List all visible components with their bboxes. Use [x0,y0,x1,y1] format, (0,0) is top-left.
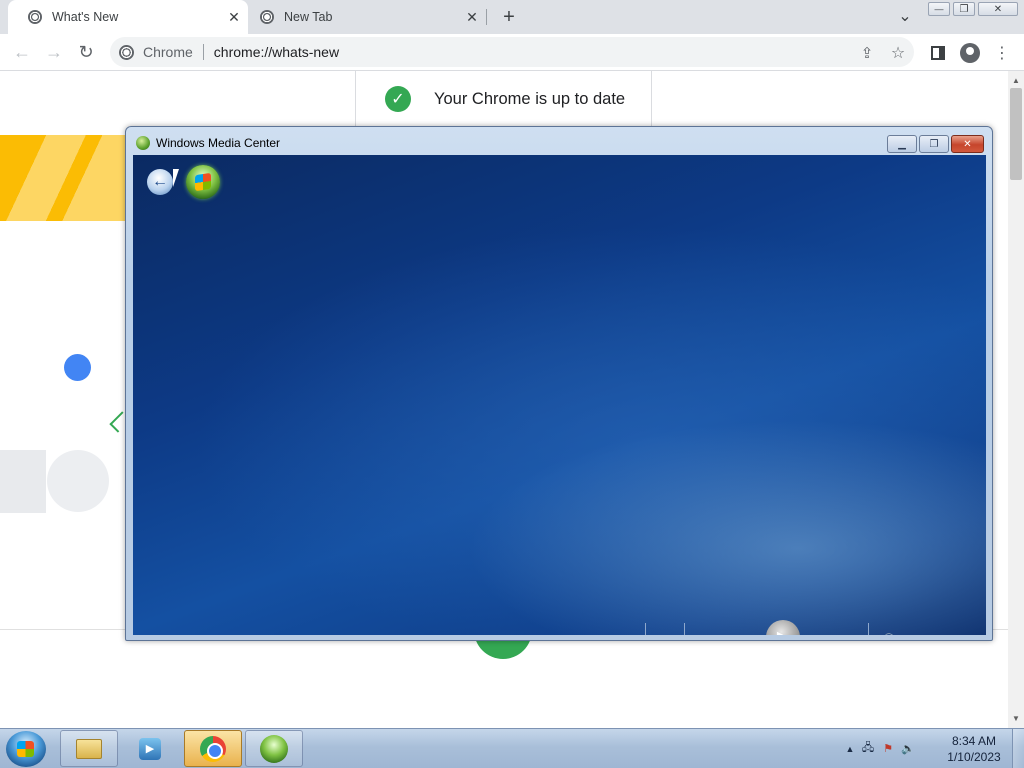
network-icon[interactable]: 🖧 [858,739,878,758]
volume-icon[interactable]: 🔈 [898,742,918,755]
decorative-grey-circle [47,450,109,512]
back-button[interactable]: ← [147,169,173,195]
tab-whats-new[interactable]: What's New ✕ [8,0,248,34]
reload-icon[interactable]: ↻ [70,34,102,71]
tab-new-tab[interactable]: New Tab ✕ [248,0,486,34]
media-center-icon [260,734,288,763]
menu-kebab-icon[interactable]: ⋮ [986,34,1018,71]
new-tab-button[interactable]: + [498,5,520,29]
clock-time: 8:34 AM [951,734,997,748]
chrome-icon [119,44,134,60]
minimize-button[interactable]: ▁ [887,135,917,153]
chrome-icon [200,735,226,762]
mute-speaker-icon[interactable]: 🔊 [876,629,900,635]
show-hidden-icons-arrow-icon[interactable]: ▲ [842,744,858,754]
windows-logo-icon [17,741,34,757]
notification-area: ▲ 🖧 ⚑ 🔈 [842,730,962,767]
back-arrow-icon[interactable]: ← [6,34,38,71]
media-center-canvas: ← ● ☰ − + ■ ◀◀ |◀ ▶ ▶| ▶▶ 🔊 − + [133,155,986,635]
rewind-icon[interactable]: ◀◀ [691,629,715,635]
close-tab-icon[interactable]: ✕ [226,9,242,25]
record-icon[interactable]: ● [506,629,530,635]
update-status-text: Your Chrome is up to date [434,89,626,108]
show-desktop-button[interactable] [1012,729,1024,768]
start-button[interactable] [6,731,46,767]
skip-back-icon[interactable]: |◀ [726,629,750,635]
control-separator [684,623,685,635]
fast-forward-icon[interactable]: ▶▶ [836,629,860,635]
decorative-blue-dot [64,354,91,381]
taskbar-media-player-button[interactable]: ▶ [121,730,179,767]
action-center-flag-icon[interactable]: ⚑ [878,742,898,755]
volume-up-icon[interactable]: + [947,629,971,636]
tab-separator [486,9,487,25]
decorative-yellow-banner [0,135,125,221]
control-separator [645,623,646,635]
channel-down-icon[interactable]: − [577,629,601,636]
toolbar: ← → ↻ Chrome chrome://whats-new ⇪ ☆ ⋮ [0,34,1024,71]
close-window-button[interactable]: ✕ [978,2,1018,16]
omnibox-url[interactable]: chrome://whats-new [214,44,339,60]
tab-search-button[interactable]: ⌄ [894,4,916,28]
address-bar[interactable]: Chrome chrome://whats-new [110,37,914,67]
taskbar-explorer-button[interactable] [60,730,118,767]
close-button[interactable]: ✕ [951,135,984,153]
tab-strip: What's New ✕ New Tab ✕ + ⌄ — ❐ ✕ [0,0,1024,34]
chrome-icon [28,10,42,24]
control-separator [868,623,869,635]
share-icon[interactable]: ⇪ [851,34,883,71]
omnibox-separator [202,44,204,60]
volume-down-icon[interactable]: − [912,629,936,636]
decorative-grey-block [0,450,46,513]
scrollbar-thumb[interactable] [1010,88,1022,180]
media-center-start-button[interactable] [186,165,220,199]
tab-title: What's New [52,10,119,24]
forward-arrow-icon[interactable]: → [38,34,70,71]
windows-logo-icon [195,172,211,192]
restore-window-button[interactable]: ❐ [953,2,975,16]
maximize-button[interactable]: ❐ [919,135,949,153]
scroll-down-arrow-icon[interactable]: ▼ [1008,711,1024,725]
update-status-card: ✓ Your Chrome is up to date [355,71,652,127]
minimize-window-button[interactable]: — [928,2,950,16]
bookmark-star-icon[interactable]: ☆ [882,34,914,71]
media-player-icon: ▶ [139,737,161,760]
scroll-up-arrow-icon[interactable]: ▲ [1008,73,1024,87]
media-center-window: Windows Media Center ▁ ❐ ✕ ← ● ☰ − + ■ ◀… [125,126,993,641]
skip-forward-icon[interactable]: ▶| [802,629,826,635]
chrome-icon [260,10,274,24]
tab-title: New Tab [284,10,333,24]
clock-date: 1/10/2023 [947,750,1001,764]
taskbar-chrome-button[interactable] [184,730,242,767]
system-clock[interactable]: 8:34 AM 1/10/2023 [946,733,1002,765]
close-tab-icon[interactable]: ✕ [464,9,480,25]
stop-icon[interactable]: ■ [651,629,675,635]
profile-avatar-icon[interactable] [954,34,986,71]
channel-up-icon[interactable]: + [612,629,636,636]
media-center-icon [136,136,150,150]
omnibox-chip: Chrome [143,44,193,60]
side-panel-icon[interactable] [922,34,954,71]
folder-icon [76,738,102,759]
checkmark-icon: ✓ [385,86,411,112]
taskbar-media-center-button[interactable] [245,730,303,767]
mouse-cursor-icon [173,169,185,187]
play-button[interactable]: ▶ [766,620,800,635]
window-title: Windows Media Center [156,136,281,150]
guide-list-icon[interactable]: ☰ [542,629,566,635]
